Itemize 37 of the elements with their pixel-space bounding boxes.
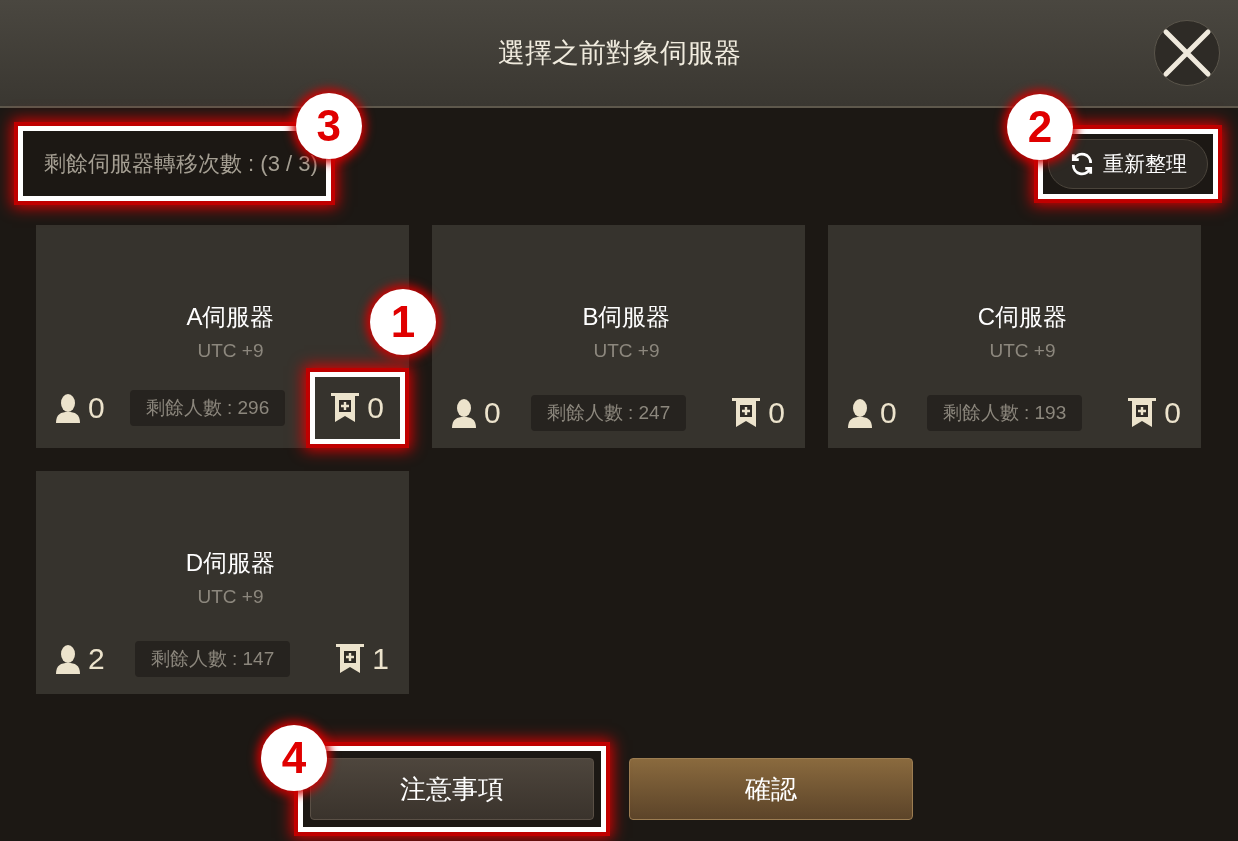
banner-icon	[1128, 398, 1157, 428]
remaining-slots: 剩餘人數 : 247	[530, 394, 687, 432]
dialog-button[interactable]: 注意事項	[310, 758, 594, 820]
server-timezone: UTC +9	[989, 341, 1056, 360]
server-card[interactable]: B伺服器 UTC +9 0 剩餘人數 : 247 0	[432, 225, 805, 448]
guild-count: 0	[1164, 398, 1181, 428]
remaining-slots: 剩餘人數 : 147	[134, 640, 291, 678]
remaining-slots: 剩餘人數 : 296	[129, 389, 286, 427]
player-count: 0	[484, 398, 501, 428]
server-name: A伺服器	[186, 305, 275, 329]
dialog-button[interactable]: 確認	[629, 758, 913, 820]
callout-number: 1	[370, 289, 436, 355]
callout-number: 4	[261, 725, 327, 791]
server-card[interactable]: C伺服器 UTC +9 0 剩餘人數 : 193 0	[828, 225, 1201, 448]
guild-count: 0	[367, 393, 384, 423]
player-count: 0	[88, 393, 105, 423]
guild-count: 1	[372, 644, 389, 674]
person-icon	[452, 398, 476, 428]
server-card[interactable]: D伺服器 UTC +9 2 剩餘人數 : 147 1	[36, 471, 409, 694]
server-name: C伺服器	[977, 305, 1068, 329]
guild-count: 0	[768, 398, 785, 428]
server-name: B伺服器	[582, 305, 671, 329]
server-timezone: UTC +9	[197, 587, 264, 606]
dialog-title: 選擇之前對象伺服器	[497, 36, 741, 70]
server-name: D伺服器	[185, 551, 276, 575]
banner-icon	[336, 644, 365, 674]
server-timezone: UTC +9	[197, 341, 264, 360]
person-icon	[56, 644, 80, 674]
banner-icon	[732, 398, 761, 428]
person-icon	[848, 398, 872, 428]
refresh-icon	[1069, 150, 1095, 177]
person-icon	[56, 393, 80, 423]
server-timezone: UTC +9	[593, 341, 660, 360]
player-count: 2	[88, 644, 105, 674]
player-count: 0	[880, 398, 897, 428]
remaining-slots: 剩餘人數 : 193	[926, 394, 1083, 432]
banner-icon	[331, 393, 360, 423]
